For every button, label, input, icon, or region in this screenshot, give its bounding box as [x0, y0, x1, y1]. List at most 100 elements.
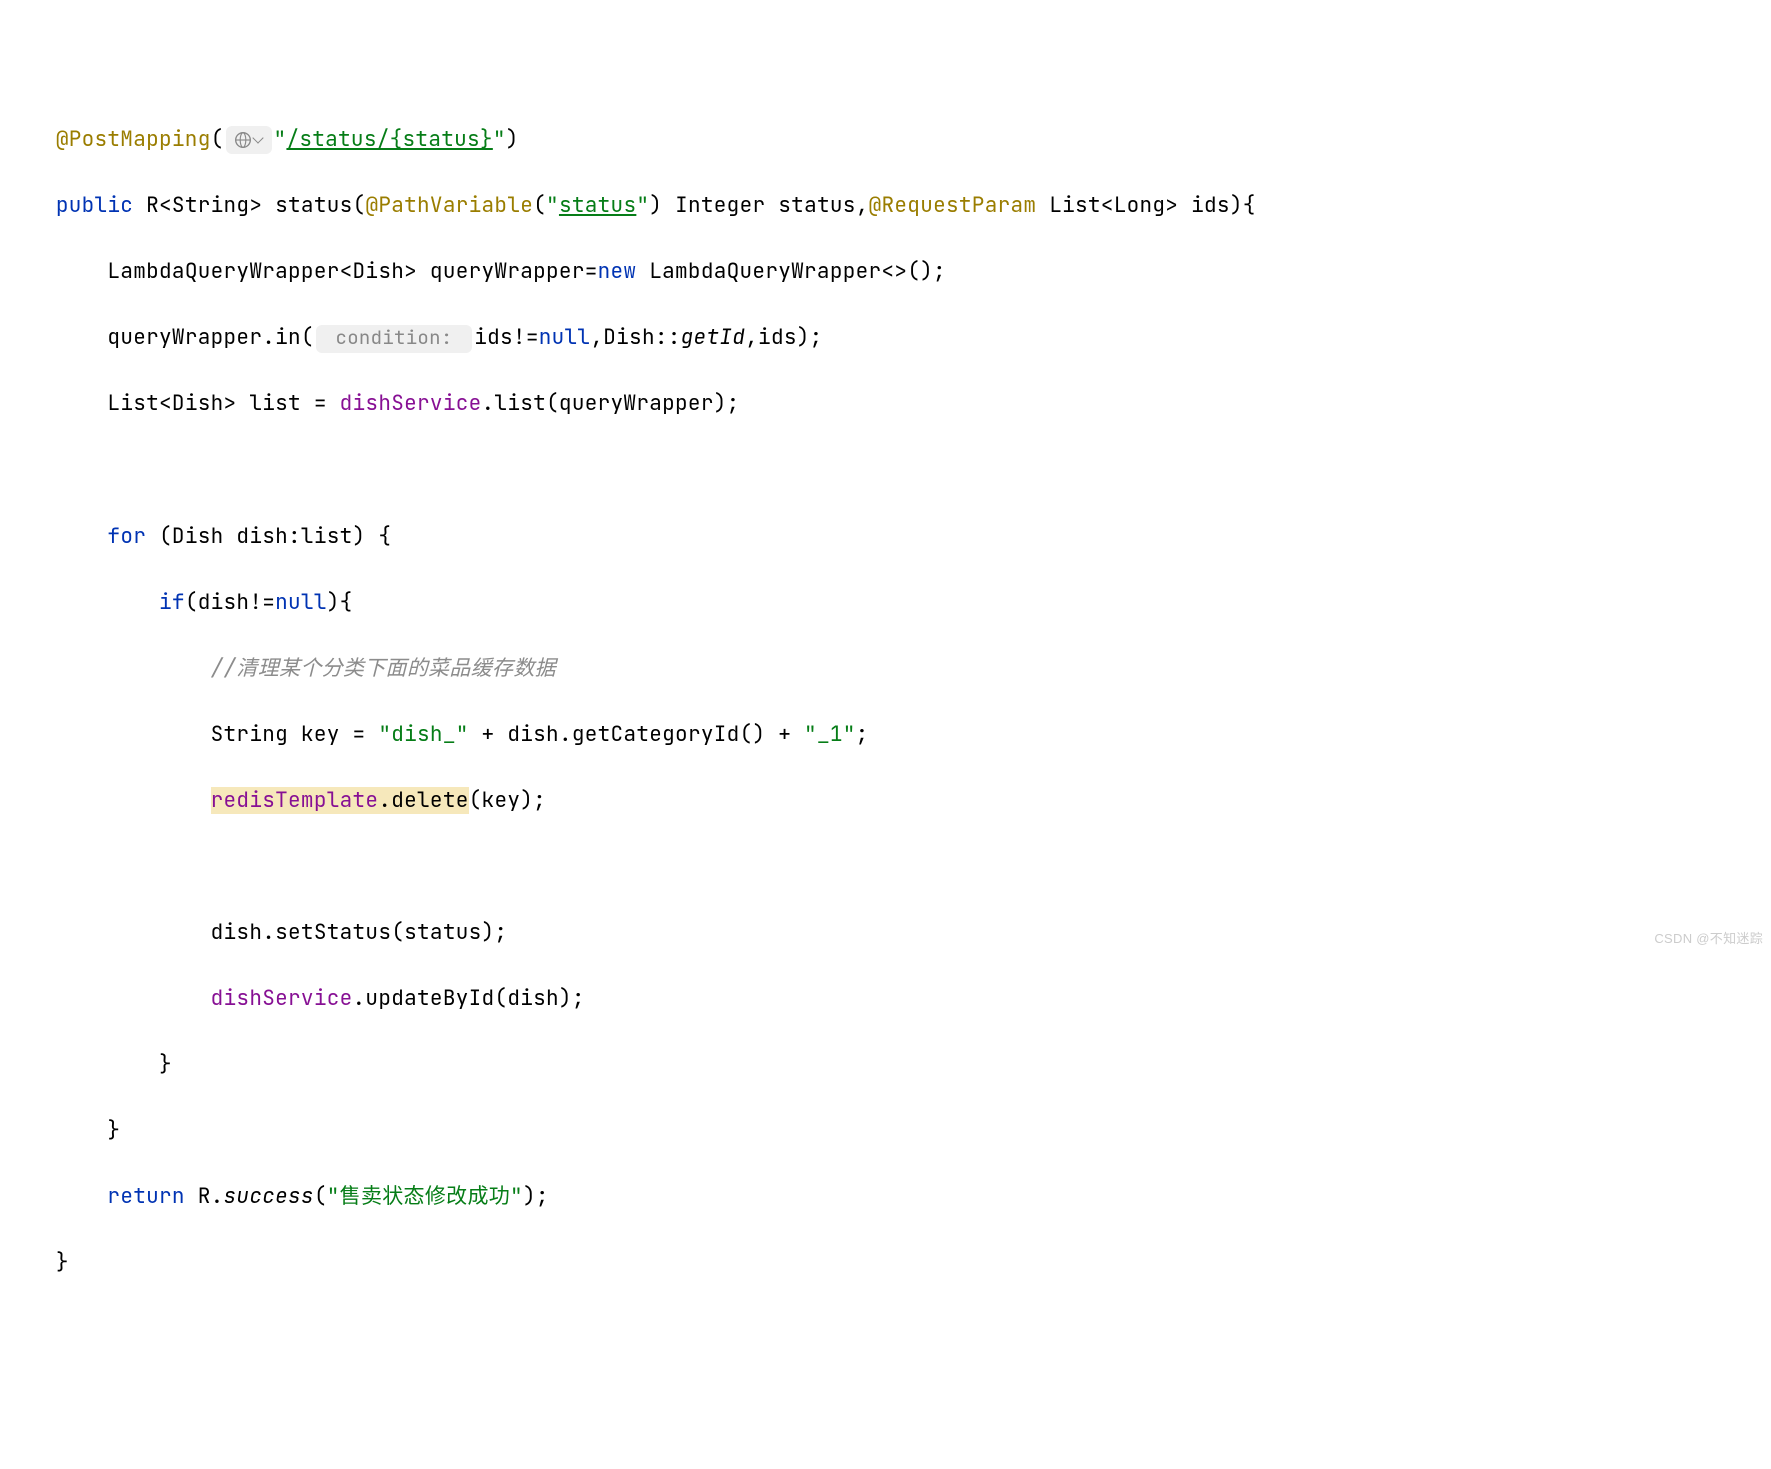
paren-close: ) [649, 192, 675, 219]
indent [56, 985, 211, 1012]
param1-type: Integer [675, 192, 778, 219]
code-line-14[interactable]: dishService.updateById(dish); [0, 977, 1771, 1021]
method-success: success [224, 1183, 314, 1210]
string-quote-close: " [636, 192, 649, 219]
code-line-2[interactable]: public R<String> status(@PathVariable("s… [0, 184, 1771, 228]
indent [56, 721, 211, 748]
code-line-9[interactable]: //清理某个分类下面的菜品缓存数据 [0, 647, 1771, 691]
code-line-16[interactable]: } [0, 1109, 1771, 1153]
brace-open: { [1243, 192, 1256, 219]
paren-open: ( [533, 192, 546, 219]
watermark-text: CSDN @不知迷踪 [1654, 932, 1763, 946]
indent [56, 919, 211, 946]
keyword-null: null [275, 589, 327, 616]
code-line-8[interactable]: if(dish!=null){ [0, 581, 1771, 625]
brace-close: } [56, 1249, 69, 1276]
annotation-requestparam: @RequestParam [869, 192, 1037, 219]
return-type: R<String> [146, 192, 275, 219]
keyword-return: return [107, 1183, 184, 1210]
indent [56, 1117, 108, 1144]
paren-open: ( [314, 1183, 327, 1210]
method-ref-getid: getId [681, 324, 746, 351]
constructor-call: LambdaQueryWrapper<>(); [636, 258, 946, 285]
indent [56, 390, 108, 417]
field-redistemplate: redisTemplate [211, 787, 379, 814]
brace-close: } [159, 1051, 172, 1078]
code-editor-view[interactable]: @PostMapping("/status/{status}") public … [0, 96, 1771, 1307]
code-line-6[interactable] [0, 448, 1771, 492]
indent [56, 589, 159, 616]
indent [56, 523, 108, 550]
pathvar-value: status [559, 192, 636, 219]
indent [56, 1183, 108, 1210]
code-line-3[interactable]: LambdaQueryWrapper<Dish> queryWrapper=ne… [0, 250, 1771, 294]
r-class: R. [185, 1183, 224, 1210]
concat-categoryid: + dish.getCategoryId() + [469, 721, 804, 748]
keyword-if: if [159, 589, 185, 616]
code-line-11[interactable]: redisTemplate.delete(key); [0, 779, 1771, 823]
list-decl: List<Dish> list = [107, 390, 339, 417]
code-line-7[interactable]: for (Dish dish:list) { [0, 515, 1771, 559]
dish-setstatus: dish.setStatus(status); [211, 919, 508, 946]
delete-args: (key); [469, 787, 546, 814]
url-hint-badge[interactable] [226, 126, 272, 154]
code-line-1[interactable]: @PostMapping( "/status/{status}") [0, 118, 1771, 162]
inline-hint-condition: condition: [316, 325, 472, 353]
chevron-down-icon [252, 133, 263, 144]
string-quote-open: " [274, 126, 287, 153]
field-dishservice: dishService [340, 390, 482, 417]
string-key-decl: String key = [211, 721, 379, 748]
indent [56, 655, 211, 682]
string-suffix-1: "_1" [804, 721, 856, 748]
for-params: (Dish dish:list) { [146, 523, 391, 550]
code-line-12[interactable] [0, 845, 1771, 889]
code-line-17[interactable]: return R.success("售卖状态修改成功"); [0, 1175, 1771, 1219]
indent [56, 1051, 159, 1078]
paren-open: ( [353, 192, 366, 219]
string-success-msg: "售卖状态修改成功" [327, 1183, 523, 1210]
code-line-18[interactable]: } [0, 1241, 1771, 1285]
annotation-pathvariable: @PathVariable [365, 192, 533, 219]
paren-close: ) [1230, 192, 1243, 219]
globe-icon [234, 131, 252, 149]
keyword-null: null [539, 324, 591, 351]
list-call: .list(queryWrapper); [482, 390, 740, 417]
if-brace: ){ [327, 589, 353, 616]
param2-name: ids [1191, 192, 1230, 219]
indent [56, 787, 211, 814]
param2-type: List<Long> [1036, 192, 1191, 219]
method-name-status: status [275, 192, 352, 219]
annotation-postmapping: @PostMapping [56, 126, 211, 153]
keyword-new: new [598, 258, 637, 285]
param1-name: status [778, 192, 855, 219]
dot: . [378, 787, 391, 814]
code-line-4[interactable]: queryWrapper.in( condition: ids!=null,Di… [0, 316, 1771, 360]
string-dish-prefix: "dish_" [378, 721, 468, 748]
string-quote-close: " [493, 126, 506, 153]
code-line-5[interactable]: List<Dish> list = dishService.list(query… [0, 382, 1771, 426]
comment-cleanup: //清理某个分类下面的菜品缓存数据 [211, 655, 556, 682]
ids-neq: ids!= [474, 324, 539, 351]
paren-open: ( [211, 126, 224, 153]
semicolon: ; [856, 721, 869, 748]
url-path-string: /status/{status} [286, 126, 492, 153]
brace-close: } [107, 1117, 120, 1144]
code-line-13[interactable]: dish.setStatus(status); [0, 911, 1771, 955]
paren-close: ) [506, 126, 519, 153]
indent [56, 258, 108, 285]
querywrapper-in: queryWrapper.in( [107, 324, 313, 351]
code-line-15[interactable]: } [0, 1043, 1771, 1087]
keyword-for: for [107, 523, 146, 550]
comma: , [856, 192, 869, 219]
paren-close: ); [523, 1183, 549, 1210]
code-line-10[interactable]: String key = "dish_" + dish.getCategoryI… [0, 713, 1771, 757]
querywrapper-decl: LambdaQueryWrapper<Dish> queryWrapper= [107, 258, 597, 285]
keyword-public: public [56, 192, 133, 219]
if-cond: (dish!= [185, 589, 275, 616]
indent [56, 324, 108, 351]
method-delete: delete [391, 787, 468, 814]
string-quote-open: " [546, 192, 559, 219]
dish-ref: ,Dish:: [590, 324, 680, 351]
updatebyid-call: .updateById(dish); [353, 985, 585, 1012]
field-dishservice: dishService [211, 985, 353, 1012]
